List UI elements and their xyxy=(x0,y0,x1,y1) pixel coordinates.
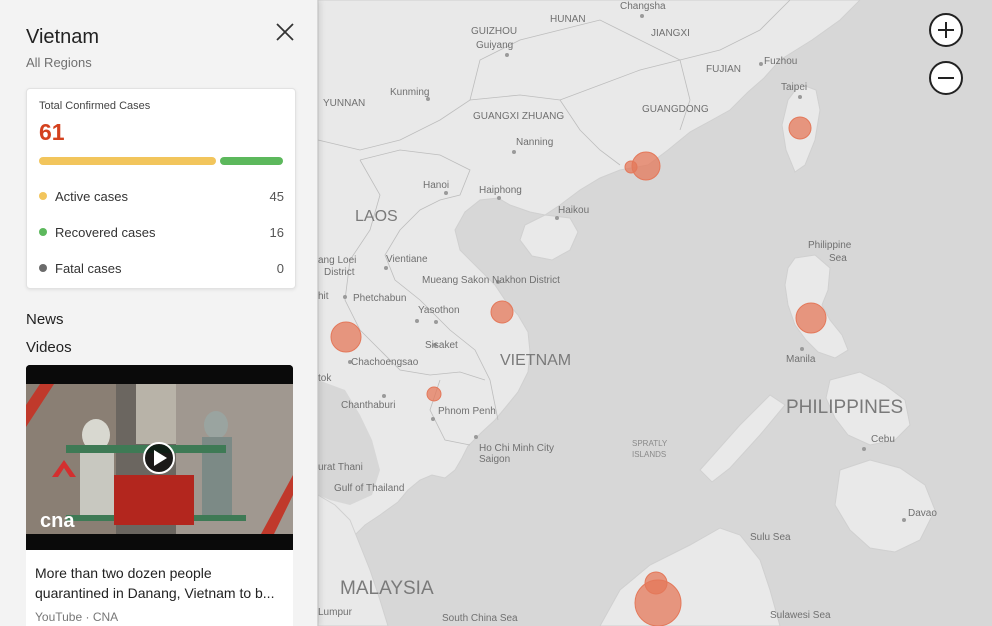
map-label-sulawesi: Sulawesi Sea xyxy=(770,610,831,621)
map-label-philippines: PHILIPPINES xyxy=(786,397,903,418)
map-label-district: District xyxy=(324,267,355,278)
active-cases-label: Active cases xyxy=(55,188,128,204)
app-window: HUNAN Changsha JIANGXI GUIZHOU Guiyang F… xyxy=(0,0,992,626)
panel-title: Vietnam xyxy=(26,26,100,48)
video-thumbnail[interactable]: cna xyxy=(26,365,293,550)
map-label-guiyang: Guiyang xyxy=(476,40,513,51)
video-title-line-2: quarantined in Danang, Vietnam to b... xyxy=(35,585,275,601)
confirmed-cases-card: Total Confirmed Cases 61 Active cases 45… xyxy=(26,88,296,289)
map-label-lumpur: Lumpur xyxy=(318,607,353,618)
map-label-yasothon: Yasothon xyxy=(418,305,460,316)
total-cases-label: Total Confirmed Cases xyxy=(39,100,151,112)
map-label-kunming: Kunming xyxy=(390,87,429,98)
close-icon xyxy=(276,23,294,41)
case-bubble-macau[interactable] xyxy=(624,160,638,174)
zoom-out-icon xyxy=(929,61,963,95)
map-label-tok: tok xyxy=(318,373,332,384)
map-label-hunan: HUNAN xyxy=(550,14,586,25)
map-label-scs: South China Sea xyxy=(442,613,518,624)
map-label-sisaket: Sisaket xyxy=(425,340,458,351)
active-cases-row: Active cases 45 xyxy=(39,187,284,205)
fatal-dot-icon xyxy=(39,264,47,272)
map-label-spratly-1: SPRATLY xyxy=(632,439,668,448)
recovered-cases-row: Recovered cases 16 xyxy=(39,223,284,241)
map-label-luang: ang Loei xyxy=(318,255,356,266)
map-label-fujian: FUJIAN xyxy=(706,64,741,75)
map-label-guizhou: GUIZHOU xyxy=(471,26,517,37)
map-label-saigon: Saigon xyxy=(479,454,510,465)
recovered-cases-label: Recovered cases xyxy=(55,224,156,240)
case-bubble-sabah[interactable] xyxy=(634,579,682,626)
map-label-davao: Davao xyxy=(908,508,937,519)
region-selector[interactable]: All Regions xyxy=(26,55,92,70)
map-label-chanthaburi: Chanthaburi xyxy=(341,400,395,411)
map-label-phetchabun: Phetchabun xyxy=(353,293,406,304)
video-card[interactable]: cna More than two dozen people quarantin… xyxy=(26,365,293,626)
fatal-cases-value: 0 xyxy=(276,260,284,276)
map-label-yunnan: YUNNAN xyxy=(323,98,365,109)
map-label-changsha: Changsha xyxy=(620,1,666,12)
map-label-philippine-sea-2: Sea xyxy=(829,253,847,264)
map-label-chachoengsao: Chachoengsao xyxy=(351,357,419,368)
map-label-nanning: Nanning xyxy=(516,137,553,148)
region-panel: Vietnam All Regions Total Confirmed Case… xyxy=(0,0,318,626)
map-label-vientiane: Vientiane xyxy=(386,254,428,265)
map-label-gulf: Gulf of Thailand xyxy=(334,483,404,494)
map-label-haikou: Haikou xyxy=(558,205,589,216)
map-label-guangxi: GUANGXI ZHUANG xyxy=(473,111,564,122)
map-label-vietnam: VIETNAM xyxy=(500,352,571,369)
active-dot-icon xyxy=(39,192,47,200)
active-cases-value: 45 xyxy=(269,188,284,204)
video-title-line-1: More than two dozen people xyxy=(35,565,212,581)
map-label-taipei: Taipei xyxy=(781,82,807,93)
news-section-link[interactable]: News xyxy=(26,311,64,328)
map-label-cebu: Cebu xyxy=(871,434,895,445)
map-label-manila: Manila xyxy=(786,354,816,365)
map-label-philippine-sea-1: Philippine xyxy=(808,240,852,251)
video-thumbnail-image: cna xyxy=(26,365,293,550)
map-label-hcm: Ho Chi Minh City xyxy=(479,443,554,454)
video-title[interactable]: More than two dozen people quarantined i… xyxy=(35,563,287,603)
zoom-out-button[interactable] xyxy=(929,61,963,95)
map-label-phnompenh: Phnom Penh xyxy=(438,406,496,417)
zoom-in-button[interactable] xyxy=(929,13,963,47)
map-label-malaysia: MALAYSIA xyxy=(340,578,434,599)
case-bubble-thailand[interactable] xyxy=(330,321,362,353)
cna-logo: cna xyxy=(40,510,75,532)
close-button[interactable] xyxy=(274,21,296,43)
map-label-guangdong: GUANGDONG xyxy=(642,104,709,115)
map-label-muang: Mueang Sakon Nakhon District xyxy=(422,275,560,286)
map-label-sulusea: Sulu Sea xyxy=(750,532,791,543)
map-label-suratthani: urat Thani xyxy=(318,462,363,473)
recovered-dot-icon xyxy=(39,228,47,236)
map-label-jiangxi: JIANGXI xyxy=(651,28,690,39)
map-label-hanoi: Hanoi xyxy=(423,180,449,191)
case-bubble-philippines[interactable] xyxy=(795,302,827,334)
fatal-cases-label: Fatal cases xyxy=(55,260,122,276)
cases-progress-bar xyxy=(39,157,284,165)
recovered-cases-value: 16 xyxy=(269,224,284,240)
case-bubble-danang[interactable] xyxy=(490,300,514,324)
active-cases-bar xyxy=(39,157,216,165)
map-label-laos: LAOS xyxy=(355,208,398,225)
map-label-fuzhou: Fuzhou xyxy=(764,56,797,67)
map-label-hit: hit xyxy=(318,291,329,302)
total-cases-value: 61 xyxy=(39,119,65,145)
video-source: YouTube · CNA xyxy=(35,610,119,624)
recovered-cases-bar xyxy=(220,157,283,165)
case-bubble-taiwan[interactable] xyxy=(788,116,812,140)
fatal-cases-row: Fatal cases 0 xyxy=(39,259,284,277)
case-bubble-cambodia[interactable] xyxy=(426,386,442,402)
map-label-spratly-2: ISLANDS xyxy=(632,450,666,459)
map-label-haiphong: Haiphong xyxy=(479,185,522,196)
videos-section-link[interactable]: Videos xyxy=(26,339,72,356)
zoom-in-icon xyxy=(929,13,963,47)
